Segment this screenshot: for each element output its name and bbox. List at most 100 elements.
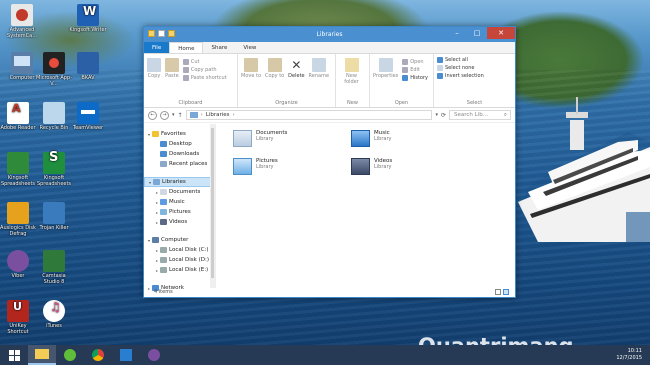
invert-selection-button[interactable]: Invert selection bbox=[437, 72, 512, 80]
nav-scrollbar[interactable] bbox=[210, 124, 215, 288]
up-arrow-icon[interactable]: ↑ bbox=[178, 112, 183, 119]
breadcrumb[interactable]: Libraries bbox=[206, 112, 230, 118]
nav-item-disk-e[interactable]: ▸ Local Disk (E:) bbox=[144, 265, 215, 275]
scissors-icon bbox=[182, 59, 189, 65]
copy-button[interactable]: Copy bbox=[147, 56, 161, 79]
maximize-button[interactable]: □ bbox=[467, 27, 487, 39]
library-music[interactable]: Music Library bbox=[351, 130, 391, 147]
breadcrumb-chevron-icon[interactable]: › bbox=[233, 112, 235, 118]
new-folder-button[interactable]: New folder bbox=[339, 56, 364, 85]
start-button[interactable] bbox=[0, 345, 28, 365]
title-bar[interactable]: Libraries – □ ✕ bbox=[144, 27, 515, 42]
library-documents[interactable]: Documents Library bbox=[233, 130, 287, 147]
app-circle-icon bbox=[64, 349, 76, 361]
nav-item-pictures[interactable]: ▸ Pictures bbox=[144, 207, 215, 217]
desktop-icon-camtasia[interactable]: Camtasia Studio 8 bbox=[34, 250, 74, 285]
forward-arrow-icon[interactable]: → bbox=[160, 110, 169, 120]
large-icons-view-icon[interactable] bbox=[503, 289, 509, 295]
desktop-icon-unikey[interactable]: U UniKey Shortcut bbox=[0, 300, 38, 335]
ribbon-tabs: File Home Share View bbox=[144, 42, 515, 54]
library-videos[interactable]: Videos Library bbox=[351, 158, 392, 175]
desktop-icon-trojan-killer[interactable]: Trojan Killer bbox=[34, 202, 74, 237]
move-to-button[interactable]: Move to bbox=[241, 56, 261, 79]
address-bar-row: ← → ▾ ↑ › Libraries › ▾ ⟳ Search Lib... … bbox=[144, 108, 515, 123]
desktop-icon-advanced-systemcare[interactable]: Advanced SystemCa... bbox=[2, 4, 42, 39]
file-explorer-icon bbox=[35, 349, 49, 359]
paste-button[interactable]: Paste bbox=[164, 56, 179, 79]
chrome-icon bbox=[92, 349, 104, 361]
history-button[interactable]: History bbox=[402, 74, 428, 82]
music-library-icon bbox=[351, 130, 370, 147]
delete-button[interactable]: ✕ Delete bbox=[288, 56, 304, 79]
pictures-icon bbox=[160, 209, 168, 215]
tab-file[interactable]: File bbox=[144, 42, 170, 53]
copy-to-button[interactable]: Copy to bbox=[265, 56, 284, 79]
nav-item-libraries[interactable]: ▾ Libraries bbox=[144, 177, 215, 187]
recent-chevron-icon[interactable]: ▾ bbox=[172, 112, 175, 118]
taskbar-app-green[interactable] bbox=[56, 345, 84, 365]
documents-library-icon bbox=[233, 130, 252, 147]
invert-selection-icon bbox=[437, 73, 443, 79]
recent-places-icon bbox=[160, 161, 167, 167]
taskbar-viber[interactable] bbox=[140, 345, 168, 365]
nav-item-music[interactable]: ▸ Music bbox=[144, 197, 215, 207]
desktop-icon-teamviewer[interactable]: TeamViewer bbox=[68, 102, 108, 137]
ribbon: Copy Paste Cut Copy path Paste shortcut … bbox=[144, 54, 515, 108]
taskbar-file-explorer[interactable] bbox=[28, 345, 56, 365]
select-none-button[interactable]: Select none bbox=[437, 64, 512, 72]
expand-icon: ▾ bbox=[148, 131, 151, 137]
nav-item-disk-d[interactable]: ▸ Local Disk (D:) bbox=[144, 255, 215, 265]
rename-button[interactable]: Rename bbox=[309, 56, 329, 79]
taskbar: 10:11 12/7/2015 bbox=[0, 345, 650, 365]
nav-item-videos[interactable]: ▸ Videos bbox=[144, 217, 215, 227]
drive-icon bbox=[160, 267, 168, 273]
content-area: Documents Library Music Library Pictures Li… bbox=[216, 124, 515, 288]
close-button[interactable]: ✕ bbox=[487, 27, 515, 39]
properties-button[interactable]: Properties bbox=[373, 56, 398, 79]
copy-to-icon bbox=[267, 58, 282, 72]
desktop-icon-kingsoft-spreadsheets-2[interactable]: S Kingsoft Spreadsheets bbox=[34, 151, 74, 187]
paste-shortcut-button[interactable]: Paste shortcut bbox=[182, 74, 227, 82]
desktop-icon-adobe-reader[interactable]: A Adobe Reader bbox=[0, 102, 38, 137]
copy-path-icon bbox=[182, 67, 189, 73]
bkav-icon bbox=[77, 52, 99, 74]
search-input[interactable]: Search Lib... ⌕ bbox=[449, 110, 511, 120]
search-icon: ⌕ bbox=[503, 112, 507, 118]
taskbar-app-blue[interactable] bbox=[112, 345, 140, 365]
tab-home[interactable]: Home bbox=[169, 42, 204, 53]
select-all-button[interactable]: Select all bbox=[437, 56, 512, 64]
taskbar-chrome[interactable] bbox=[84, 345, 112, 365]
address-dropdown-icon[interactable]: ▾ bbox=[435, 112, 438, 118]
tab-share[interactable]: Share bbox=[203, 42, 235, 53]
desktop-icon-bkav[interactable]: BKAV bbox=[68, 52, 108, 87]
nav-item-downloads[interactable]: Downloads bbox=[144, 149, 215, 159]
desktop-icon-viber[interactable]: Viber bbox=[0, 250, 38, 285]
nav-item-documents[interactable]: ▸ Documents bbox=[144, 187, 215, 197]
minimize-button[interactable]: – bbox=[447, 27, 467, 39]
viber-icon bbox=[7, 250, 29, 272]
windows-logo-icon bbox=[8, 349, 20, 361]
cut-button[interactable]: Cut bbox=[182, 58, 227, 66]
nav-item-favorites[interactable]: ▾ Favorites bbox=[144, 129, 215, 139]
drive-icon bbox=[160, 257, 168, 263]
nav-item-disk-c[interactable]: ▸ Local Disk (C:) bbox=[144, 245, 215, 255]
copy-path-button[interactable]: Copy path bbox=[182, 66, 227, 74]
move-to-icon bbox=[244, 58, 259, 72]
nav-item-desktop[interactable]: Desktop bbox=[144, 139, 215, 149]
nav-item-computer[interactable]: ▾ Computer bbox=[144, 235, 215, 245]
system-clock[interactable]: 10:11 12/7/2015 bbox=[616, 348, 642, 362]
desktop-icon-auslogics[interactable]: Auslogics Disk Defrag bbox=[0, 202, 38, 237]
edit-button[interactable]: Edit bbox=[402, 66, 428, 74]
desktop-icon-itunes[interactable]: ♫ iTunes bbox=[34, 300, 74, 335]
open-button[interactable]: Open bbox=[402, 58, 428, 66]
refresh-icon[interactable]: ⟳ bbox=[441, 112, 446, 119]
auslogics-icon bbox=[7, 202, 29, 224]
desktop-icon-kingsoft-spreadsheets-1[interactable]: Kingsoft Spreadsheets bbox=[0, 152, 38, 187]
library-pictures[interactable]: Pictures Library bbox=[233, 158, 278, 175]
back-arrow-icon[interactable]: ← bbox=[148, 110, 157, 120]
nav-item-recent[interactable]: Recent places bbox=[144, 159, 215, 169]
address-bar[interactable]: › Libraries › bbox=[185, 110, 433, 120]
tab-view[interactable]: View bbox=[235, 42, 264, 53]
desktop-icon-kingsoft-writer[interactable]: W Kingsoft Writer bbox=[68, 4, 108, 39]
details-view-icon[interactable] bbox=[495, 289, 501, 295]
